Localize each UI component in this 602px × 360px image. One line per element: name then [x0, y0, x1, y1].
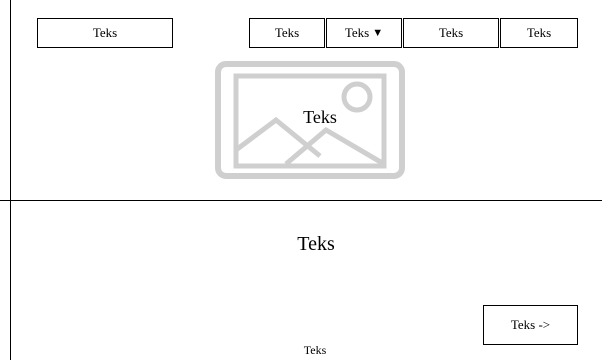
- nav-item-3[interactable]: Teks: [403, 18, 499, 48]
- next-button[interactable]: Teks ->: [483, 305, 578, 345]
- hero-caption: Teks: [303, 107, 337, 127]
- nav-item-1-label: Teks: [274, 25, 300, 40]
- nav-item-1[interactable]: Teks: [249, 18, 325, 48]
- next-button-label: Teks ->: [510, 317, 551, 332]
- nav-item-4-label: Teks: [526, 25, 552, 40]
- nav-item-3-label: Teks: [438, 25, 464, 40]
- nav-logo-label: Teks: [92, 25, 118, 40]
- nav-item-2-label: Teks: [344, 25, 370, 40]
- section-title: Teks: [297, 233, 335, 255]
- section-divider: [0, 200, 602, 201]
- nav-logo-button[interactable]: Teks: [37, 18, 173, 48]
- nav-item-2-dropdown[interactable]: Teks ▼: [326, 18, 402, 48]
- footer-text: Teks: [303, 343, 327, 357]
- caret-down-icon: ▼: [372, 27, 384, 39]
- nav-item-4[interactable]: Teks: [500, 18, 578, 48]
